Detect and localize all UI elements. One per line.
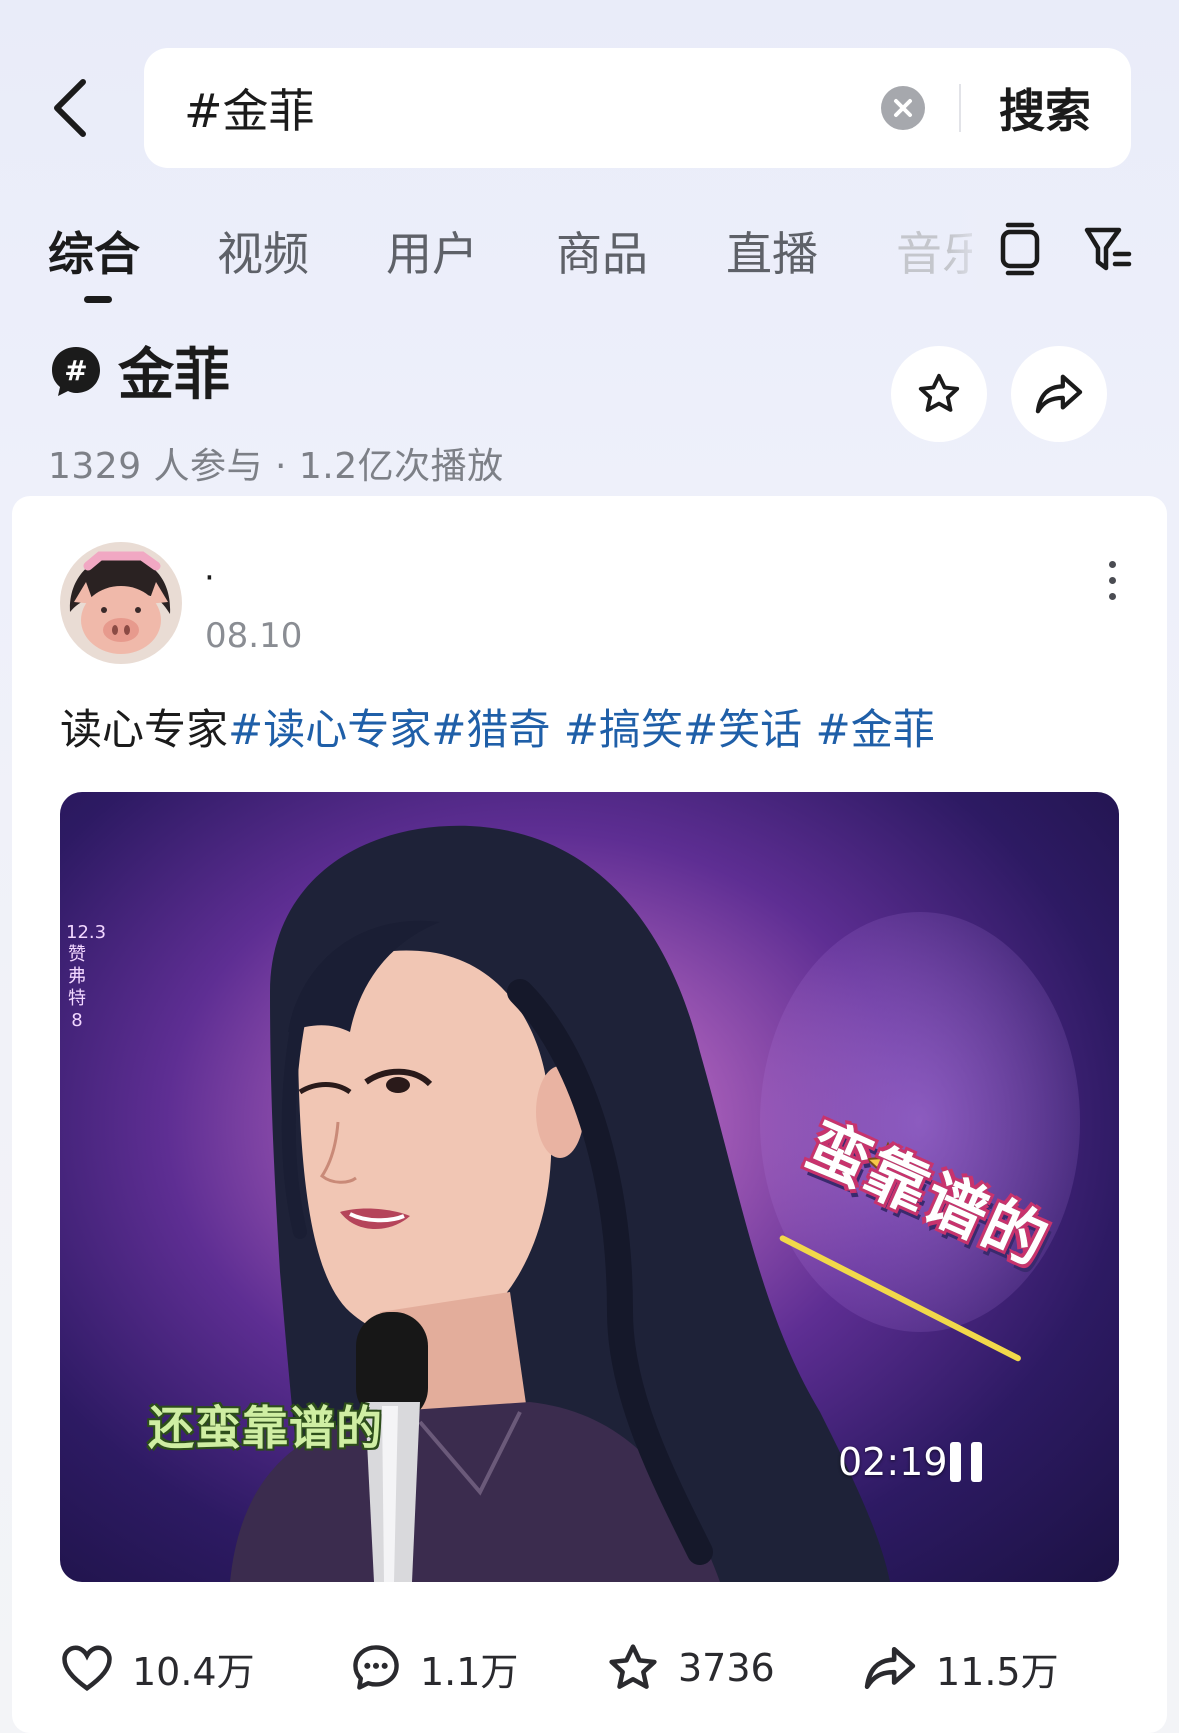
avatar[interactable] <box>60 542 182 664</box>
filter-button[interactable] <box>1078 214 1138 284</box>
side-watermark: 12.3 赞 弗 特 8 <box>66 922 107 1031</box>
favorite-topic-button[interactable] <box>891 346 987 442</box>
favorite-button[interactable]: 3736 <box>606 1636 775 1700</box>
like-button[interactable]: 10.4万 <box>60 1636 255 1700</box>
tab-all[interactable]: 综合 <box>48 218 140 284</box>
post-caption: 读心专家#读心专家#猎奇 #搞笑#笑话 #金菲 <box>60 696 935 757</box>
star-icon <box>918 373 960 412</box>
share-icon <box>1035 374 1083 414</box>
tablet-icon <box>1000 222 1040 276</box>
comment-count: 1.1万 <box>420 1649 519 1694</box>
tab-users[interactable]: 用户 <box>386 218 478 284</box>
topic-header: # 金菲 1329 人参与 · 1.2亿次播放 <box>48 330 504 489</box>
tab-live[interactable]: 直播 <box>726 218 818 284</box>
hashtag-link[interactable]: #猎奇 <box>431 705 564 754</box>
share-icon <box>864 1646 916 1690</box>
back-button[interactable] <box>40 72 100 144</box>
post-card: · 08.10 读心专家#读心专家#猎奇 #搞笑#笑话 #金菲 12.3 赞 弗… <box>12 496 1167 1733</box>
star-icon <box>609 1644 657 1689</box>
search-input[interactable]: #金菲 <box>184 75 881 141</box>
active-tab-indicator <box>84 296 112 303</box>
comment-button[interactable]: 1.1万 <box>350 1636 518 1700</box>
clear-icon <box>894 99 912 117</box>
favorite-count: 3736 <box>678 1646 775 1690</box>
hashtag-link[interactable]: #金菲 <box>816 705 935 754</box>
share-count: 11.5万 <box>936 1649 1059 1694</box>
like-count: 10.4万 <box>132 1649 255 1694</box>
caption-text: 读心专家 <box>60 705 229 754</box>
more-options-button[interactable] <box>1092 550 1132 610</box>
clear-button[interactable] <box>881 86 925 130</box>
top-bar: #金菲 搜索 <box>0 0 1179 185</box>
category-tabs: 综合 视频 用户 商品 直播 音乐 <box>0 200 1179 310</box>
hashtag-link[interactable]: #读心专家 <box>228 705 431 754</box>
video-player[interactable]: 12.3 赞 弗 特 8 蛮靠谱的 还蛮靠谱的 02:19 <box>60 792 1119 1582</box>
pause-icon <box>950 1442 961 1482</box>
tab-fade-overlay <box>950 210 990 290</box>
search-divider <box>959 84 961 132</box>
search-box[interactable]: #金菲 搜索 <box>144 48 1131 168</box>
post-date: 08.10 <box>205 616 303 656</box>
topic-stats: 1329 人参与 · 1.2亿次播放 <box>48 446 504 487</box>
author-name[interactable]: · <box>204 558 215 598</box>
back-icon <box>54 79 86 137</box>
video-duration: 02:19 <box>838 1440 948 1484</box>
share-topic-button[interactable] <box>1011 346 1107 442</box>
tablet-mode-button[interactable] <box>990 214 1050 284</box>
comment-icon <box>353 1645 399 1690</box>
svg-text:#: # <box>64 354 87 387</box>
hashtag-link[interactable]: #笑话 <box>683 705 816 754</box>
hashtag-icon: # <box>48 343 104 399</box>
search-button[interactable]: 搜索 <box>999 75 1091 141</box>
tab-products[interactable]: 商品 <box>556 218 648 284</box>
video-subtitle: 还蛮靠谱的 <box>148 1401 383 1455</box>
post-action-bar: 10.4万 1.1万 3736 11.5万 <box>12 1616 1167 1716</box>
filter-icon <box>1084 227 1132 271</box>
more-icon <box>1108 560 1116 568</box>
hashtag-link[interactable]: #搞笑 <box>564 705 683 754</box>
heart-icon <box>62 1645 112 1692</box>
pause-button[interactable] <box>950 1442 990 1486</box>
topic-title: 金菲 <box>118 343 230 408</box>
share-button[interactable]: 11.5万 <box>862 1636 1059 1700</box>
tab-video[interactable]: 视频 <box>217 218 309 284</box>
